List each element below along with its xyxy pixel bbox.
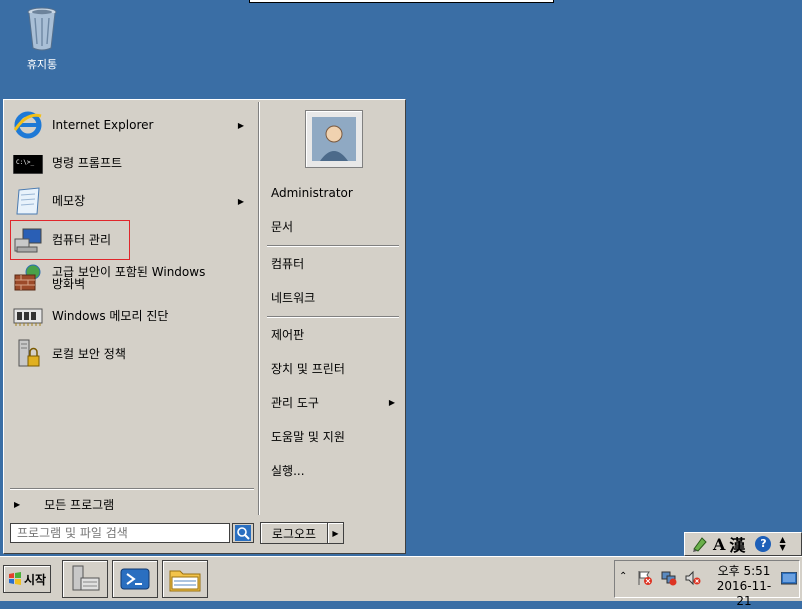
menu-item-label-line2: 방화벽: [52, 277, 86, 291]
start-button[interactable]: 시작: [3, 565, 51, 593]
place-administrator[interactable]: Administrator: [271, 183, 401, 203]
taskbar: 시작 ⌃ 오후 5:51 2016-11-21: [0, 556, 802, 608]
place-label: 문서: [271, 220, 294, 234]
menu-item-label: 고급 보안이 포함된 Windows 방화벽: [52, 266, 205, 290]
local-security-policy-icon: [12, 338, 44, 370]
action-center-icon[interactable]: [637, 570, 653, 589]
place-label: 컴퓨터: [271, 257, 305, 271]
menu-item-label: 명령 프롬프트: [52, 156, 123, 170]
menu-item-internet-explorer[interactable]: Internet Explorer ▶: [12, 109, 250, 141]
explorer-button[interactable]: [162, 560, 208, 598]
logoff-button[interactable]: 로그오프: [260, 522, 328, 544]
menu-item-firewall[interactable]: 고급 보안이 포함된 Windows 방화벽: [12, 262, 250, 294]
hanja-button[interactable]: 漢: [729, 532, 745, 556]
all-programs[interactable]: ▶ 모든 프로그램: [14, 494, 250, 514]
place-label: Administrator: [271, 186, 353, 200]
powershell-icon: [120, 568, 150, 590]
server-manager-button[interactable]: [62, 560, 108, 598]
place-computer[interactable]: 컴퓨터: [271, 254, 401, 274]
recycle-bin-label: 휴지통: [26, 58, 58, 71]
clock-time: 오후 5:51: [717, 564, 771, 578]
options-chevron-icon[interactable]: ▲ ▼: [779, 536, 785, 552]
start-menu: Internet Explorer ▶ C:\>_ 명령 프롬프트 메모장 ▶ …: [3, 99, 406, 554]
menu-item-notepad[interactable]: 메모장 ▶: [12, 185, 250, 217]
place-admin-tools[interactable]: 관리 도구 ▶: [271, 393, 401, 413]
clock[interactable]: 오후 5:51 2016-11-21: [713, 564, 775, 609]
place-help-support[interactable]: 도움말 및 지원: [271, 427, 401, 447]
svg-text:C:\>_: C:\>_: [16, 159, 34, 166]
input-mode-button[interactable]: A: [713, 535, 725, 554]
all-programs-label: 모든 프로그램: [44, 497, 115, 512]
highlight-box: [10, 220, 130, 260]
help-icon[interactable]: ?: [755, 536, 772, 552]
ime-pad-icon[interactable]: [691, 535, 709, 553]
place-label: 제어판: [271, 328, 305, 342]
separator: [267, 245, 399, 247]
place-control-panel[interactable]: 제어판: [271, 325, 401, 345]
start-menu-programs: Internet Explorer ▶ C:\>_ 명령 프롬프트 메모장 ▶ …: [6, 102, 256, 515]
menu-item-command-prompt[interactable]: C:\>_ 명령 프롬프트: [12, 147, 250, 179]
submenu-arrow-icon: ▶: [237, 120, 244, 130]
user-icon: [312, 117, 356, 161]
search-input[interactable]: [10, 523, 230, 543]
internet-explorer-icon: [12, 109, 44, 141]
search-button[interactable]: [232, 523, 254, 543]
window-edge: [249, 0, 554, 3]
recycle-bin-icon: [27, 7, 57, 51]
place-label: 도움말 및 지원: [271, 430, 345, 444]
place-documents[interactable]: 문서: [271, 217, 401, 237]
shutdown-options-button[interactable]: ▶: [328, 522, 344, 544]
logoff-label: 로그오프: [271, 526, 317, 541]
place-run[interactable]: 실행...: [271, 461, 401, 481]
menu-item-label: 로컬 보안 정책: [52, 347, 126, 361]
language-bar: A 漢 ? ▲ ▼: [684, 532, 802, 556]
network-icon[interactable]: [661, 570, 677, 589]
start-label: 시작: [23, 572, 47, 587]
place-label: 장치 및 프린터: [271, 362, 345, 376]
show-desktop-icon[interactable]: [780, 571, 798, 589]
server-manager-icon: [72, 565, 100, 591]
start-menu-places: Administrator 문서 컴퓨터 네트워크 제어판 장치 및 프린터 관…: [258, 102, 404, 515]
place-label: 네트워크: [271, 291, 316, 305]
menu-item-local-security-policy[interactable]: 로컬 보안 정책: [12, 338, 250, 370]
separator: [267, 316, 399, 318]
place-label: 실행...: [271, 464, 305, 478]
chevron-right-icon: ▶: [332, 528, 339, 538]
clock-date: 2016-11-21: [716, 579, 772, 608]
notepad-icon: [12, 185, 44, 217]
separator: [10, 488, 254, 490]
volume-icon[interactable]: [685, 570, 701, 589]
start-menu-bottom: 로그오프 ▶: [6, 518, 403, 550]
menu-item-label: Internet Explorer: [52, 118, 154, 132]
chevron-right-icon: ▶: [14, 499, 21, 509]
place-label: 관리 도구: [271, 396, 319, 410]
submenu-arrow-icon: ▶: [388, 398, 395, 407]
tray-expand-button[interactable]: ⌃: [619, 571, 627, 582]
firewall-icon: [12, 262, 44, 294]
system-tray: ⌃ 오후 5:51 2016-11-21: [614, 560, 800, 608]
place-devices-printers[interactable]: 장치 및 프린터: [271, 359, 401, 379]
menu-item-label: Windows 메모리 진단: [52, 309, 169, 323]
folder-icon: [169, 570, 201, 592]
windows-logo-icon: [8, 572, 21, 585]
menu-item-memory-diagnostic[interactable]: Windows 메모리 진단: [12, 300, 250, 332]
menu-item-label: 메모장: [52, 194, 86, 208]
submenu-arrow-icon: ▶: [237, 196, 244, 206]
powershell-button[interactable]: [112, 560, 158, 598]
place-network[interactable]: 네트워크: [271, 288, 401, 308]
command-prompt-icon: C:\>_: [12, 147, 44, 179]
memory-diagnostic-icon: [12, 300, 44, 332]
user-avatar[interactable]: [305, 110, 363, 168]
search-icon: [235, 525, 251, 541]
recycle-bin[interactable]: 휴지통: [16, 6, 68, 72]
